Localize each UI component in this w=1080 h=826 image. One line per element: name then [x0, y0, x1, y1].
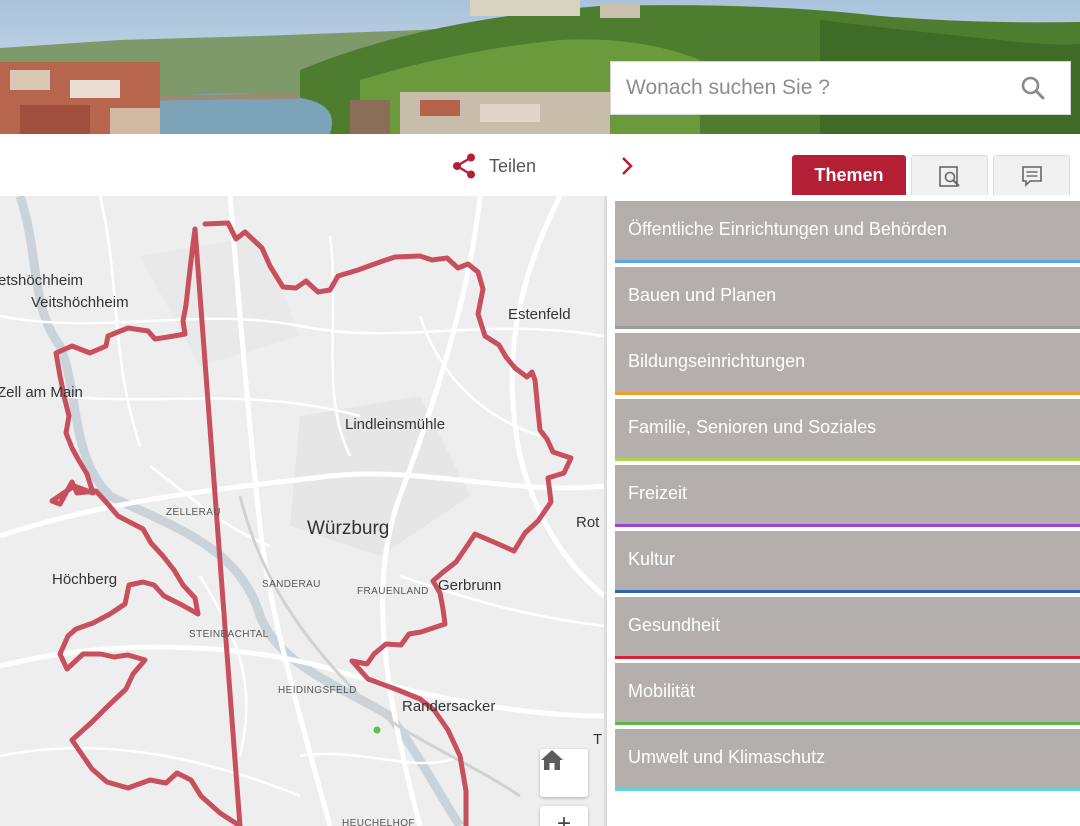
map-label-lindleinsmuehle: Lindleinsmühle: [345, 416, 446, 433]
theme-color-stripe: [615, 788, 1080, 791]
map-label-zellerau: ZELLERAU: [166, 507, 221, 518]
tab-legend[interactable]: [993, 155, 1070, 195]
map-label-heidingsfeld: HEIDINGSFELD: [278, 685, 357, 696]
zoom-in-button[interactable]: +: [540, 806, 588, 826]
map-view[interactable]: etshöchheim Veitshöchheim Estenfeld Zell…: [0, 196, 604, 826]
map-label-frauenland: FRAUENLAND: [357, 586, 429, 597]
chevron-right-icon[interactable]: [620, 156, 634, 176]
theme-item-freizeit[interactable]: Freizeit: [615, 465, 1080, 527]
theme-color-stripe: [615, 326, 1080, 329]
map-label-hoechberg: Höchberg: [52, 571, 118, 588]
map-label-heuchelhof: HEUCHELHOF: [342, 818, 415, 826]
map-label-veitshoechheim-partial: etshöchheim: [0, 272, 84, 289]
map-canvas: [0, 196, 604, 826]
home-button[interactable]: [540, 749, 588, 797]
map-label-sanderau: SANDERAU: [262, 579, 321, 590]
share-label: Teilen: [489, 155, 537, 176]
map-label-randersacker: Randersacker: [402, 698, 496, 715]
theme-item-umwelt[interactable]: Umwelt und Klimaschutz: [615, 729, 1080, 791]
zoom-in-label: +: [556, 810, 571, 826]
map-label-wuerzburg: Würzburg: [307, 518, 390, 539]
theme-label: Bauen und Planen: [628, 285, 777, 305]
tab-themes[interactable]: Themen: [792, 155, 906, 195]
theme-label: Gesundheit: [628, 615, 721, 635]
theme-item-bildung[interactable]: Bildungseinrichtungen: [615, 333, 1080, 395]
legend-icon: [1021, 165, 1042, 187]
search-box: [610, 61, 1071, 115]
theme-label: Bildungseinrichtungen: [628, 351, 806, 371]
theme-color-stripe: [615, 458, 1080, 461]
theme-list: Öffentliche Einrichtungen und Behörden B…: [615, 201, 1080, 795]
map-search-icon: [938, 165, 960, 187]
theme-color-stripe: [615, 260, 1080, 263]
theme-item-kultur[interactable]: Kultur: [615, 531, 1080, 593]
theme-item-bauen[interactable]: Bauen und Planen: [615, 267, 1080, 329]
theme-label: Umwelt und Klimaschutz: [628, 747, 826, 767]
map-label-partial-t: T: [593, 731, 603, 748]
map-label-gerbrunn: Gerbrunn: [438, 577, 502, 594]
theme-color-stripe: [615, 590, 1080, 593]
tab-map-search[interactable]: [911, 155, 988, 195]
theme-color-stripe: [615, 524, 1080, 527]
search-icon[interactable]: [1020, 75, 1046, 101]
map-label-zell: Zell am Main: [0, 384, 83, 401]
map-label-veitshoechheim: Veitshöchheim: [31, 294, 129, 311]
theme-label: Mobilität: [628, 681, 696, 701]
theme-label: Öffentliche Einrichtungen und Behörden: [628, 219, 947, 239]
share-button[interactable]: Teilen: [452, 152, 536, 180]
search-input[interactable]: [611, 62, 1021, 114]
theme-label: Freizeit: [628, 483, 688, 503]
themes-panel: Öffentliche Einrichtungen und Behörden B…: [604, 196, 1080, 826]
theme-color-stripe: [615, 656, 1080, 659]
theme-item-behoerden[interactable]: Öffentliche Einrichtungen und Behörden: [615, 201, 1080, 263]
theme-color-stripe: [615, 722, 1080, 725]
theme-item-gesundheit[interactable]: Gesundheit: [615, 597, 1080, 659]
theme-item-familie[interactable]: Familie, Senioren und Soziales: [615, 399, 1080, 461]
theme-label: Kultur: [628, 549, 676, 569]
map-label-steinbachtal: STEINBACHTAL: [189, 629, 269, 640]
theme-item-mobilitaet[interactable]: Mobilität: [615, 663, 1080, 725]
theme-color-stripe: [615, 392, 1080, 395]
share-icon: [453, 153, 475, 179]
home-icon: [541, 750, 563, 770]
map-label-estenfeld: Estenfeld: [508, 306, 571, 323]
theme-label: Familie, Senioren und Soziales: [628, 417, 877, 437]
map-label-rottendorf-partial: Rot: [576, 514, 600, 531]
tab-themes-label: Themen: [814, 164, 884, 185]
